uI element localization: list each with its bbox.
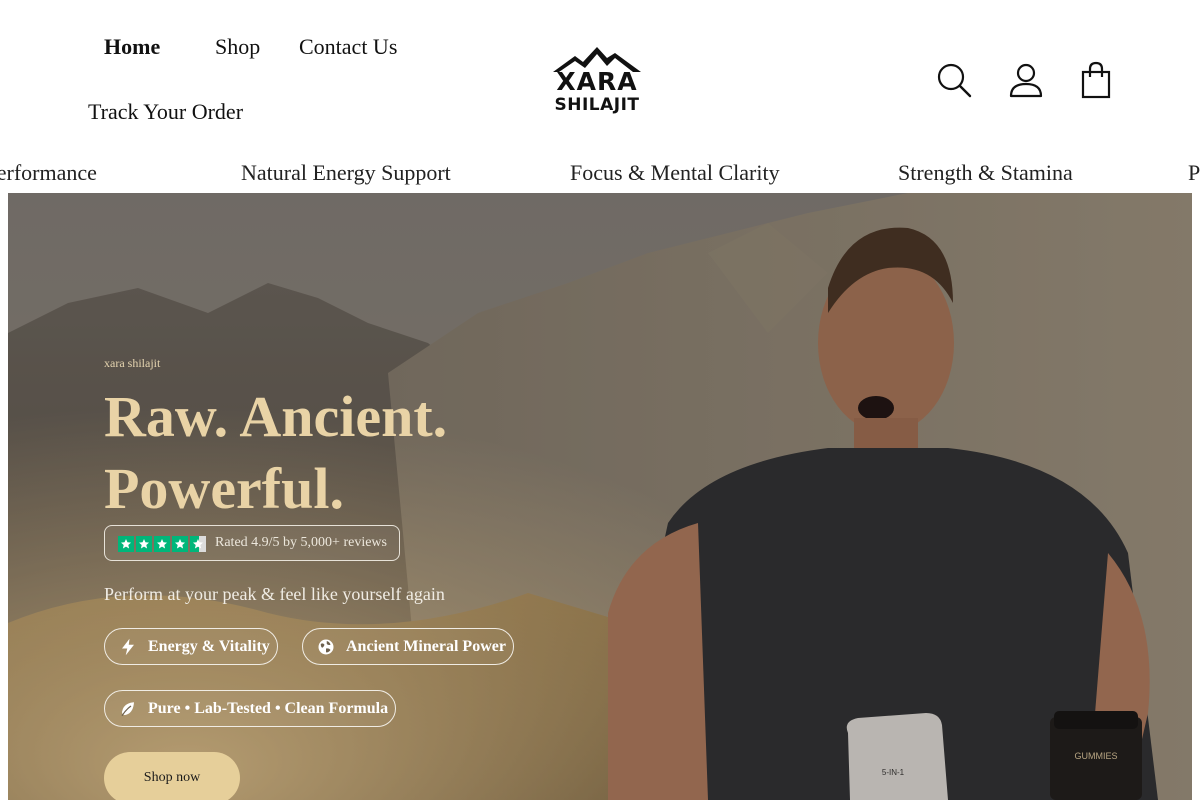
star-icon bbox=[118, 536, 134, 552]
cart-button[interactable] bbox=[1078, 60, 1114, 100]
star-icon bbox=[136, 536, 152, 552]
leaf-icon bbox=[121, 701, 134, 716]
feature-pill-label: Energy & Vitality bbox=[148, 637, 270, 655]
hero-eyebrow: xara shilajit bbox=[104, 356, 161, 370]
star-icon bbox=[172, 536, 188, 552]
star-icon bbox=[154, 536, 170, 552]
feature-pill-pure: Pure • Lab-Tested • Clean Formula bbox=[104, 690, 396, 727]
hero-banner: 5-IN-1 GUMMIES xara shilajit Raw. Ancien… bbox=[8, 193, 1192, 800]
nav-shop-link[interactable]: Shop bbox=[215, 34, 260, 60]
feature-pill-energy: Energy & Vitality bbox=[104, 628, 278, 665]
search-icon bbox=[937, 63, 972, 98]
star-rating bbox=[118, 536, 206, 552]
hero-tagline: Perform at your peak & feel like yoursel… bbox=[104, 584, 445, 604]
marquee-item: k Performance bbox=[0, 160, 97, 185]
marquee-item: Strength & Stamina bbox=[898, 160, 1073, 185]
hero-headline-line-2: Powerful. bbox=[104, 456, 344, 521]
account-button[interactable] bbox=[1007, 62, 1045, 100]
nav-contact-link[interactable]: Contact Us bbox=[299, 34, 397, 60]
rating-badge: Rated 4.9/5 by 5,000+ reviews bbox=[104, 525, 400, 561]
nav-home-link[interactable]: Home bbox=[104, 34, 160, 60]
feature-pill-mineral: Ancient Mineral Power bbox=[302, 628, 514, 665]
search-button[interactable] bbox=[936, 62, 974, 100]
logo-wordmark-xara: XARA bbox=[556, 67, 638, 96]
lightning-icon bbox=[122, 638, 134, 655]
rating-text: Rated 4.9/5 by 5,000+ reviews bbox=[215, 535, 387, 550]
feature-pill-label: Pure • Lab-Tested • Clean Formula bbox=[148, 699, 389, 717]
marquee-item: Focus & Mental Clarity bbox=[570, 160, 780, 185]
feature-pill-label: Ancient Mineral Power bbox=[346, 637, 506, 655]
benefits-marquee: k Performance Natural Energy Support Foc… bbox=[0, 150, 1200, 193]
user-icon bbox=[1009, 63, 1043, 98]
hero-headline-line-1: Raw. Ancient. bbox=[104, 384, 448, 449]
brand-logo[interactable]: XARA SHILAJIT bbox=[545, 44, 649, 120]
site-header: Home Shop Contact Us Track Your Order XA… bbox=[0, 0, 1200, 150]
marquee-item: Natural Energy Support bbox=[241, 160, 451, 185]
marquee-item: P bbox=[1188, 160, 1200, 185]
globe-icon bbox=[318, 639, 334, 654]
logo-wordmark-shilajit: SHILAJIT bbox=[554, 95, 640, 115]
half-star-icon bbox=[190, 536, 206, 552]
shopping-bag-icon bbox=[1081, 61, 1111, 99]
hero-headline: Raw. Ancient. Powerful. bbox=[104, 381, 604, 525]
nav-track-order-link[interactable]: Track Your Order bbox=[88, 99, 243, 125]
shop-now-button[interactable]: Shop now bbox=[104, 752, 240, 800]
